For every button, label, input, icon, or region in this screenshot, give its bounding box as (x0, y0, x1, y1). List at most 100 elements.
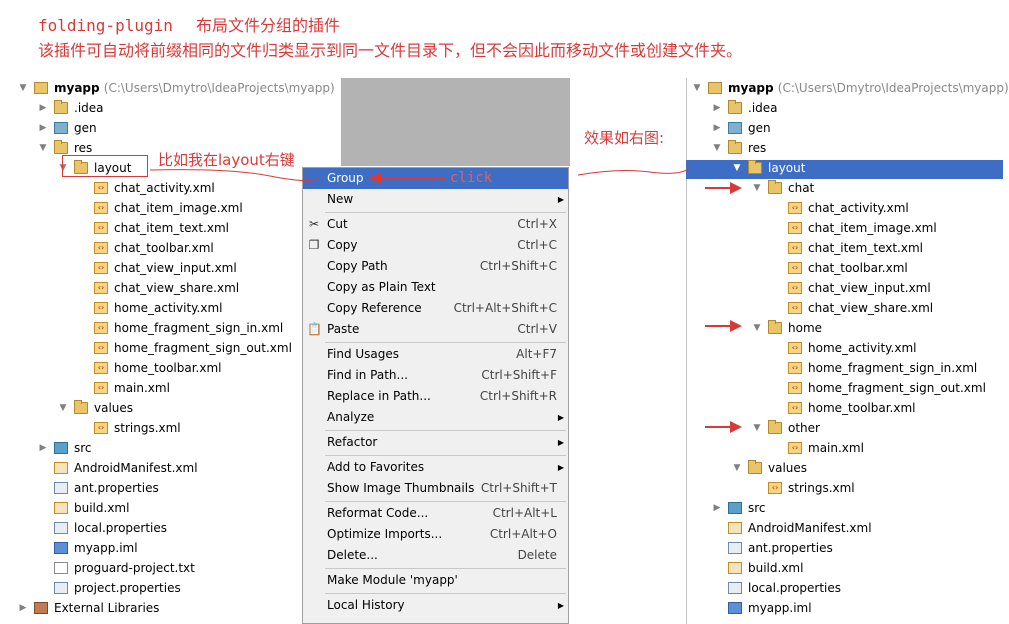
expand-arrow-icon[interactable]: ▼ (752, 418, 762, 438)
tree-row[interactable]: build.xml (686, 558, 1006, 578)
tree-row[interactable]: local.properties (12, 518, 342, 538)
tree-row[interactable]: ‹› chat_toolbar.xml (686, 258, 1006, 278)
tree-row[interactable]: ▶ src (686, 498, 1006, 518)
tree-row[interactable]: ‹› chat_view_input.xml (686, 278, 1006, 298)
menu-item-shortcut: Delete (517, 548, 557, 562)
expand-arrow-icon[interactable]: ▼ (752, 318, 762, 338)
menu-item-find-usages[interactable]: Find Usages Alt+F7 (303, 344, 568, 365)
tree-row[interactable]: ‹› home_fragment_sign_in.xml (12, 318, 342, 338)
tree-row[interactable]: ‹› home_fragment_sign_out.xml (12, 338, 342, 358)
tree-row[interactable]: AndroidManifest.xml (12, 458, 342, 478)
tree-row[interactable]: ‹› strings.xml (12, 418, 342, 438)
tree-row[interactable]: ▶ gen (686, 118, 1006, 138)
tree-row[interactable]: myapp.iml (12, 538, 342, 558)
tree-row[interactable]: project.properties (12, 578, 342, 598)
tree-row[interactable]: ▼ chat (686, 178, 1006, 198)
tree-row[interactable]: ▼ values (686, 458, 1006, 478)
tree-row[interactable]: ▶ .idea (12, 98, 342, 118)
menu-item-replace-in-path[interactable]: Replace in Path... Ctrl+Shift+R (303, 386, 568, 407)
menu-item-copy-reference[interactable]: Copy Reference Ctrl+Alt+Shift+C (303, 298, 568, 319)
menu-item-reformat-code[interactable]: Reformat Code... Ctrl+Alt+L (303, 503, 568, 524)
collapse-arrow-icon[interactable]: ▶ (712, 498, 722, 518)
tree-row[interactable]: ▶ .idea (686, 98, 1006, 118)
menu-item-copy-path[interactable]: Copy Path Ctrl+Shift+C (303, 256, 568, 277)
tree-row[interactable]: ‹› chat_item_image.xml (12, 198, 342, 218)
menu-item-label: Analyze (327, 410, 375, 424)
tree-row[interactable]: build.xml (12, 498, 342, 518)
tree-row[interactable]: ▼ home (686, 318, 1006, 338)
tree-row[interactable]: ▶ src (12, 438, 342, 458)
xml-file-icon: ‹› (94, 322, 108, 334)
tree-row[interactable]: ‹› chat_item_text.xml (12, 218, 342, 238)
tree-row[interactable]: ‹› chat_view_share.xml (686, 298, 1006, 318)
tree-row[interactable]: ‹› home_activity.xml (12, 298, 342, 318)
menu-item-local-history[interactable]: Local History ▶ (303, 595, 568, 616)
expand-arrow-icon[interactable]: ▼ (732, 458, 742, 478)
tree-row[interactable]: ▼ res (686, 138, 1006, 158)
tree-row[interactable]: ‹› home_toolbar.xml (686, 398, 1006, 418)
tree-row-label: strings.xml (114, 421, 181, 435)
tree-row[interactable]: ‹› chat_toolbar.xml (12, 238, 342, 258)
menu-item-group[interactable]: Group (303, 168, 568, 189)
tree-row[interactable]: ‹› strings.xml (686, 478, 1006, 498)
tree-row[interactable]: ‹› chat_activity.xml (686, 198, 1006, 218)
tree-row[interactable]: AndroidManifest.xml (686, 518, 1006, 538)
tree-row[interactable]: local.properties (686, 578, 1006, 598)
expand-arrow-icon[interactable]: ▼ (38, 138, 48, 158)
menu-item-label: Find in Path... (327, 368, 408, 382)
tree-row[interactable]: proguard-project.txt (12, 558, 342, 578)
expand-arrow-icon[interactable]: ▼ (18, 78, 28, 98)
expand-arrow-icon[interactable]: ▼ (732, 158, 742, 178)
folder-icon (728, 100, 742, 114)
tree-row[interactable]: ant.properties (12, 478, 342, 498)
tree-row[interactable]: ‹› home_toolbar.xml (12, 358, 342, 378)
menu-item-add-to-favorites[interactable]: Add to Favorites ▶ (303, 457, 568, 478)
tree-row[interactable]: ‹› main.xml (12, 378, 342, 398)
tree-row[interactable]: ▼ other (686, 418, 1006, 438)
expand-arrow-icon[interactable]: ▼ (58, 398, 68, 418)
menu-item-optimize-imports[interactable]: Optimize Imports... Ctrl+Alt+O (303, 524, 568, 545)
tree-row[interactable]: ▶ External Libraries (12, 598, 342, 618)
tree-row[interactable]: ‹› home_activity.xml (686, 338, 1006, 358)
tree-row[interactable]: ‹› main.xml (686, 438, 1006, 458)
menu-item-cut[interactable]: ✂ Cut Ctrl+X (303, 214, 568, 235)
tree-row[interactable]: ‹› home_fragment_sign_out.xml (686, 378, 1006, 398)
tree-row[interactable]: ‹› chat_item_text.xml (686, 238, 1006, 258)
tree-row[interactable]: ▼ values (12, 398, 342, 418)
tree-row-label: chat_item_text.xml (808, 241, 923, 255)
menu-item-shortcut: Ctrl+Shift+C (479, 259, 557, 273)
expand-arrow-icon[interactable]: ▼ (692, 78, 702, 98)
tree-row[interactable]: ‹› chat_activity.xml (12, 178, 342, 198)
collapse-arrow-icon[interactable]: ▶ (18, 598, 28, 618)
expand-arrow-icon[interactable]: ▼ (712, 138, 722, 158)
expand-arrow-icon[interactable]: ▼ (752, 178, 762, 198)
tree-row[interactable]: ▶ gen (12, 118, 342, 138)
menu-item-new[interactable]: New ▶ (303, 189, 568, 210)
tree-row[interactable]: ‹› home_fragment_sign_in.xml (686, 358, 1006, 378)
menu-item-paste[interactable]: 📋 Paste Ctrl+V (303, 319, 568, 340)
menu-item-make-module-myapp[interactable]: Make Module 'myapp' (303, 570, 568, 591)
menu-item-analyze[interactable]: Analyze ▶ (303, 407, 568, 428)
collapse-arrow-icon[interactable]: ▶ (38, 118, 48, 138)
menu-item-show-image-thumbnails[interactable]: Show Image Thumbnails Ctrl+Shift+T (303, 478, 568, 499)
menu-item-copy[interactable]: ❐ Copy Ctrl+C (303, 235, 568, 256)
tree-row-label: chat_activity.xml (808, 201, 909, 215)
tree-row[interactable]: myapp.iml (686, 598, 1006, 618)
menu-item-delete[interactable]: Delete... Delete (303, 545, 568, 566)
tree-row[interactable]: ‹› chat_item_image.xml (686, 218, 1006, 238)
menu-item-find-in-path[interactable]: Find in Path... Ctrl+Shift+F (303, 365, 568, 386)
tree-row[interactable]: ‹› chat_view_share.xml (12, 278, 342, 298)
menu-item-copy-as-plain-text[interactable]: Copy as Plain Text (303, 277, 568, 298)
tree-row[interactable]: ▼ layout (686, 158, 1006, 178)
tree-row[interactable]: ▼ myapp (C:\Users\Dmytro\IdeaProjects\mya… (12, 78, 342, 98)
tree-row[interactable]: ant.properties (686, 538, 1006, 558)
collapse-arrow-icon[interactable]: ▶ (712, 118, 722, 138)
collapse-arrow-icon[interactable]: ▶ (712, 98, 722, 118)
src-folder-icon (728, 502, 742, 514)
tree-row[interactable]: ‹› chat_view_input.xml (12, 258, 342, 278)
collapse-arrow-icon[interactable]: ▶ (38, 98, 48, 118)
menu-item-refactor[interactable]: Refactor ▶ (303, 432, 568, 453)
collapse-arrow-icon[interactable]: ▶ (38, 438, 48, 458)
tree-row[interactable]: ▼ myapp (C:\Users\Dmytro\IdeaProjects\mya… (686, 78, 1009, 98)
tree-row-label: main.xml (114, 381, 170, 395)
